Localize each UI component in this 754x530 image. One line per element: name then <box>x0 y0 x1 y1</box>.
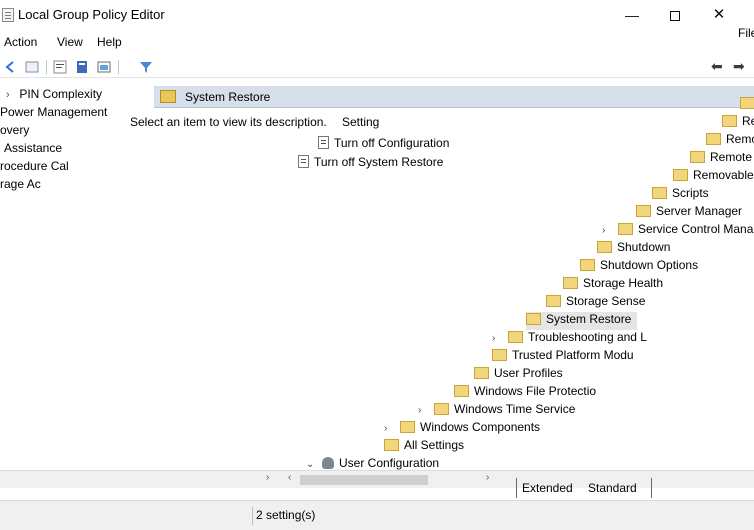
folder-icon <box>434 403 449 415</box>
tree-item[interactable]: Server Manager <box>636 204 742 222</box>
window-title: Local Group Policy Editor <box>18 7 165 22</box>
folder-icon <box>722 115 737 127</box>
filter-icon[interactable] <box>138 59 154 75</box>
chevron-right-icon[interactable]: › <box>492 333 502 344</box>
tree-item[interactable]: Shutdown <box>597 240 670 258</box>
policy-setting-icon <box>298 155 309 168</box>
scroll-left-icon[interactable]: ‹ <box>288 472 291 483</box>
policy-setting-icon <box>318 136 329 149</box>
tree-item-selected[interactable]: System Restore <box>526 312 638 330</box>
folder-icon <box>740 97 754 109</box>
tree-item[interactable]: › Windows Time Service <box>418 402 575 420</box>
tree-item[interactable]: › PIN Complexity <box>6 87 102 105</box>
tree-item[interactable]: All Settings <box>384 438 464 456</box>
properties-icon[interactable] <box>52 59 68 75</box>
folder-icon <box>563 277 578 289</box>
tree-item[interactable]: Storage Sense <box>546 294 645 312</box>
scroll-right-icon[interactable]: › <box>486 472 489 483</box>
folder-icon <box>508 331 523 343</box>
tree-item[interactable]: Windows File Protectio <box>454 384 596 402</box>
folder-icon <box>652 187 667 199</box>
tree-item[interactable]: Storage Health <box>563 276 663 294</box>
folder-icon <box>474 367 489 379</box>
tree-item[interactable]: Remote <box>690 150 752 168</box>
tree-item[interactable]: Shutdown Options <box>580 258 698 276</box>
setting-column-header[interactable]: Setting <box>342 115 379 129</box>
folder-icon <box>580 259 595 271</box>
close-button[interactable]: ✕ <box>704 4 734 26</box>
chevron-right-icon: › <box>6 89 10 101</box>
tab-extended[interactable]: Extended <box>522 481 573 495</box>
status-separator <box>252 507 253 525</box>
tab-standard[interactable]: Standard <box>588 481 637 495</box>
tree-item[interactable]: › Service Control Mana <box>602 222 753 240</box>
chevron-right-icon[interactable]: › <box>602 225 612 236</box>
tree-item[interactable]: Scripts <box>652 186 709 204</box>
folder-icon <box>384 439 399 451</box>
details-header: System Restore <box>154 86 754 108</box>
export-list-icon[interactable] <box>96 59 112 75</box>
tree-item[interactable]: rocedure Cal <box>0 159 69 177</box>
folder-icon <box>160 90 176 103</box>
help-icon[interactable] <box>74 59 90 75</box>
status-text: 2 setting(s) <box>256 508 316 522</box>
folder-icon <box>673 169 688 181</box>
policy-setting-row[interactable]: Turn off Configuration <box>318 136 449 154</box>
tree-item[interactable]: User Profiles <box>474 366 563 384</box>
tree-item[interactable]: Re <box>722 114 754 132</box>
maximize-button[interactable] <box>660 4 690 26</box>
tree-item[interactable]: Trusted Platform Modu <box>492 348 634 366</box>
scroll-right-icon[interactable]: › <box>266 472 269 483</box>
toolbar-separator <box>46 60 47 74</box>
tree-item[interactable]: rage Ac <box>0 177 41 195</box>
toolbar-separator <box>118 60 119 74</box>
chevron-down-icon[interactable]: ⌄ <box>306 459 316 470</box>
toolbar: ⬅ ➡ <box>0 56 754 78</box>
policy-setting-row[interactable]: Turn off System Restore <box>298 155 443 173</box>
tree-item[interactable]: Remo <box>706 132 754 150</box>
nav-back-icon[interactable]: ⬅ <box>711 58 723 75</box>
menu-bar: Action View Help <box>0 32 754 52</box>
minimize-button[interactable]: — <box>617 4 647 26</box>
folder-icon <box>636 205 651 217</box>
tree-item[interactable]: Power Management <box>0 105 107 123</box>
description-hint: Select an item to view its description. <box>130 115 327 129</box>
folder-icon <box>492 349 507 361</box>
maximize-icon <box>670 11 680 22</box>
back-icon[interactable] <box>2 59 18 75</box>
nav-forward-icon[interactable]: ➡ <box>733 58 745 75</box>
menu-view[interactable]: View <box>57 35 83 49</box>
menu-help[interactable]: Help <box>97 35 122 49</box>
tree-item[interactable]: overy <box>0 123 29 141</box>
details-title: System Restore <box>185 90 271 104</box>
chevron-right-icon[interactable]: › <box>418 405 428 416</box>
policy-editor-icon <box>2 8 14 22</box>
folder-icon <box>690 151 705 163</box>
tree-item[interactable] <box>740 96 754 114</box>
chevron-right-icon[interactable]: › <box>384 423 394 434</box>
title-bar: Local Group Policy Editor — ✕ <box>0 0 754 30</box>
tree-item[interactable]: Assistance <box>4 141 62 159</box>
folder-icon <box>706 133 721 145</box>
forward-icon[interactable] <box>24 59 40 75</box>
folder-icon <box>454 385 469 397</box>
folder-icon <box>546 295 561 307</box>
tree-item[interactable]: › Windows Components <box>384 420 540 438</box>
user-icon <box>322 457 334 469</box>
folder-icon <box>618 223 633 235</box>
folder-icon <box>597 241 612 253</box>
status-bar: 2 setting(s) <box>0 500 754 530</box>
tree-item[interactable]: Removable <box>673 168 754 186</box>
tree-item[interactable]: › Troubleshooting and L <box>492 330 647 348</box>
menu-action[interactable]: Action <box>4 35 37 49</box>
folder-icon <box>526 313 541 325</box>
scrollbar-thumb[interactable] <box>300 475 428 485</box>
folder-icon <box>400 421 415 433</box>
